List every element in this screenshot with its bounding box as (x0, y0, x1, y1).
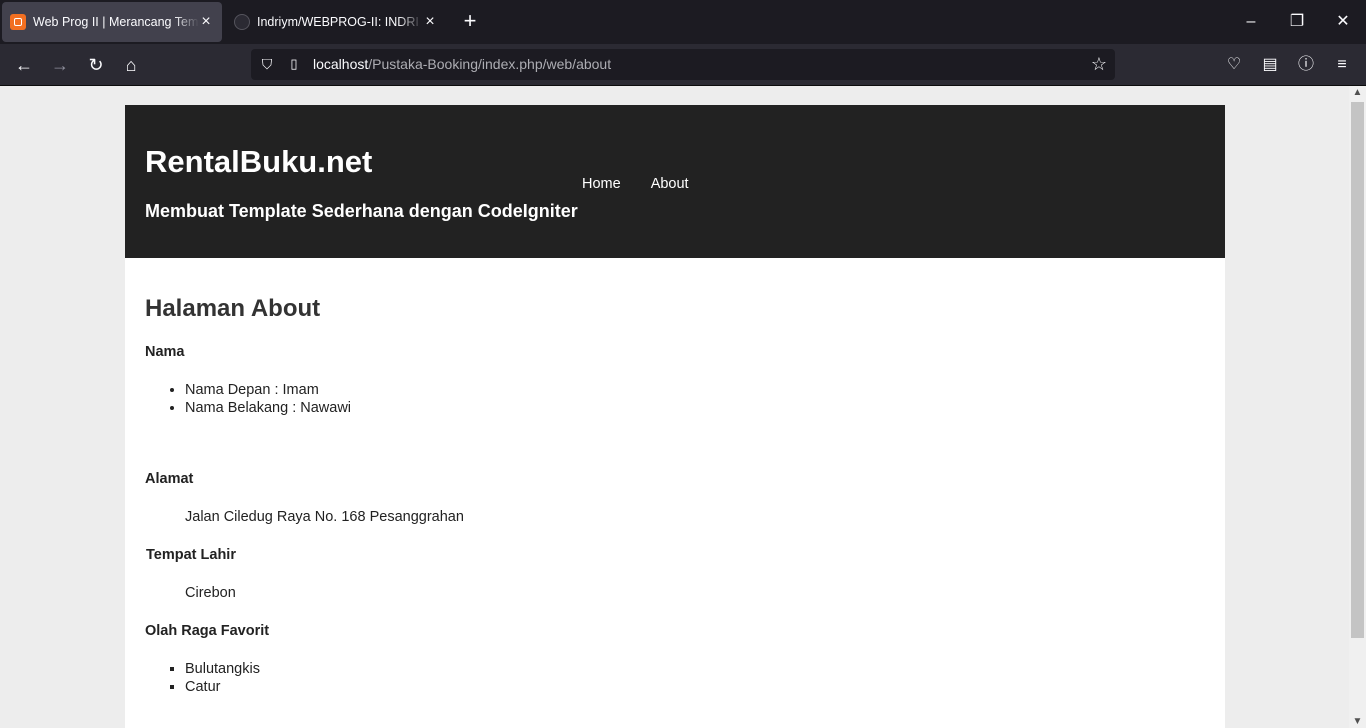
bookmark-star-icon[interactable]: ☆ (1089, 54, 1109, 74)
extension-info-icon[interactable]: ⓘ (1293, 52, 1319, 78)
tab-github[interactable]: Indriym/WEBPROG-II: INDRI YANI × (226, 2, 446, 42)
list-item: Nama Belakang : Nawawi (185, 399, 351, 417)
url-path: /Pustaka-Booking/index.php/web/about (368, 56, 612, 72)
tab-web-prog[interactable]: Web Prog II | Merancang Template × (2, 2, 222, 42)
nav-link-home[interactable]: Home (582, 176, 621, 192)
site-subtitle: Membuat Template Sederhana dengan CodeIg… (145, 201, 578, 221)
list-item: Nama Depan : Imam (185, 381, 351, 399)
menu-icon[interactable]: ≡ (1329, 52, 1355, 78)
home-icon[interactable]: ⌂ (118, 52, 144, 78)
list-item: Bulutangkis (185, 660, 260, 678)
main-content: Halaman About Nama Nama Depan : Imam Nam… (125, 258, 1225, 728)
close-tab-icon[interactable]: × (422, 14, 438, 30)
tempat-lahir-value: Cirebon (185, 585, 236, 601)
nama-list: Nama Depan : Imam Nama Belakang : Nawawi (185, 381, 351, 417)
github-favicon-icon (234, 14, 250, 30)
nav-link-about[interactable]: About (651, 176, 689, 192)
close-tab-icon[interactable]: × (198, 14, 214, 30)
page-title: Halaman About (145, 295, 321, 322)
close-window-icon[interactable]: ✕ (1333, 12, 1353, 32)
restore-icon[interactable]: ❐ (1287, 12, 1307, 32)
new-tab-button[interactable]: + (459, 10, 481, 34)
tempat-lahir-label: Tempat Lahir (146, 547, 236, 563)
tab-title: Indriym/WEBPROG-II: INDRI YANI (257, 15, 423, 29)
alamat-label: Alamat (145, 471, 194, 487)
list-item: Catur (185, 678, 260, 696)
url-host: localhost (313, 56, 369, 72)
scrollbar-thumb[interactable] (1351, 102, 1364, 638)
vertical-scrollbar[interactable]: ▲ ▼ (1349, 86, 1366, 728)
minimize-icon[interactable]: – (1241, 12, 1261, 32)
site-header: RentalBuku.net Membuat Template Sederhan… (125, 105, 1225, 258)
back-icon[interactable]: ← (11, 52, 37, 78)
tab-title: Web Prog II | Merancang Template (33, 15, 199, 29)
pocket-icon[interactable]: ♡ (1221, 52, 1247, 78)
site-title: RentalBuku.net (145, 144, 373, 179)
reader-view-icon[interactable]: ▤ (1257, 52, 1283, 78)
page-info-icon[interactable]: ▯ (287, 56, 301, 72)
tab-bar: Web Prog II | Merancang Template × Indri… (0, 0, 1366, 44)
page-viewport: RentalBuku.net Membuat Template Sederhan… (0, 86, 1349, 728)
navigation-toolbar: ← → ↻ ⌂ ⛉ ▯ localhost/Pustaka-Booking/in… (0, 44, 1366, 86)
scroll-down-icon[interactable]: ▼ (1352, 716, 1363, 727)
nama-label: Nama (145, 344, 185, 360)
olahraga-list: Bulutangkis Catur (185, 660, 260, 696)
tracking-shield-icon[interactable]: ⛉ (259, 56, 275, 72)
xampp-favicon-icon (10, 14, 26, 30)
alamat-value: Jalan Ciledug Raya No. 168 Pesanggrahan (185, 509, 464, 525)
scroll-up-icon[interactable]: ▲ (1352, 87, 1363, 98)
olahraga-label: Olah Raga Favorit (145, 623, 270, 639)
address-bar[interactable]: ⛉ ▯ localhost/Pustaka-Booking/index.php/… (251, 49, 1115, 80)
site-container: RentalBuku.net Membuat Template Sederhan… (125, 105, 1225, 728)
reload-icon[interactable]: ↻ (83, 52, 109, 78)
forward-icon[interactable]: → (47, 52, 73, 78)
url-text[interactable]: localhost/Pustaka-Booking/index.php/web/… (313, 56, 611, 73)
site-nav: Home About (582, 176, 689, 192)
